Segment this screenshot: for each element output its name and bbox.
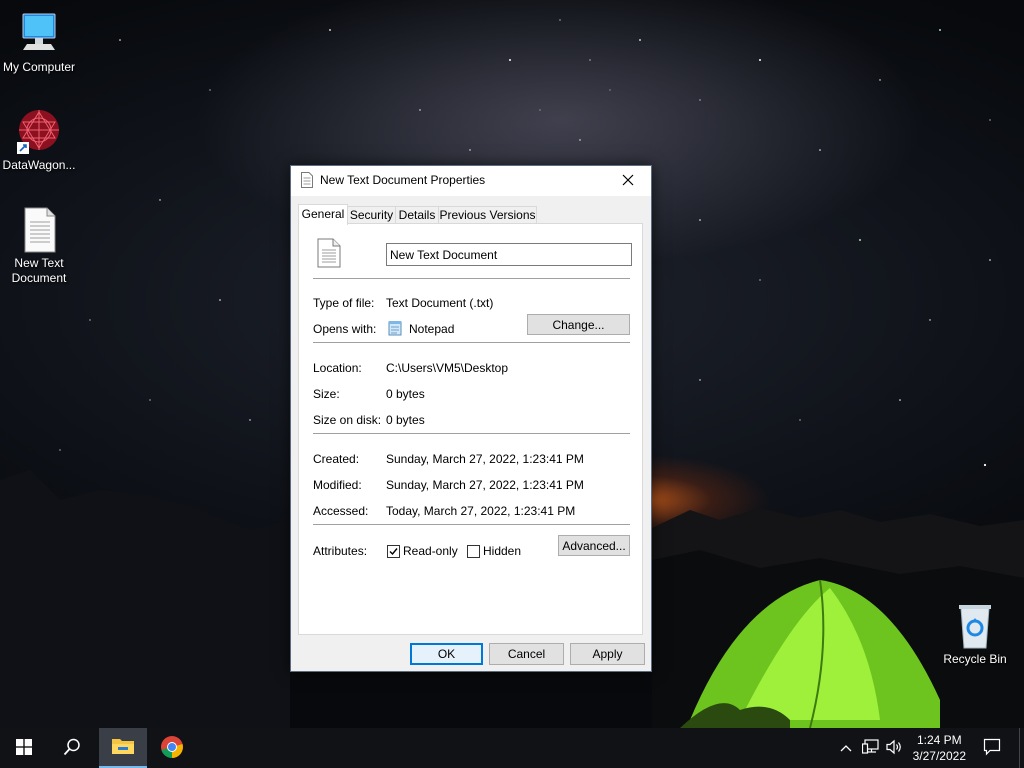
system-clock[interactable]: 1:24 PM 3/27/2022 <box>913 732 966 764</box>
folder-icon <box>111 736 135 759</box>
wallpaper-tent <box>680 579 940 730</box>
separator <box>313 433 630 434</box>
readonly-checkbox[interactable] <box>387 545 400 558</box>
created-label: Created: <box>313 452 360 466</box>
separator <box>313 524 630 525</box>
modified-label: Modified: <box>313 478 362 492</box>
dialog-title: New Text Document Properties <box>320 173 486 187</box>
accessed-label: Accessed: <box>313 504 369 518</box>
general-tab-panel: Type of file: Text Document (.txt) Opens… <box>298 223 643 635</box>
dialog-titlebar[interactable]: New Text Document Properties <box>291 166 651 196</box>
ok-button[interactable]: OK <box>410 643 483 665</box>
notepad-icon <box>387 320 403 339</box>
action-center-button[interactable] <box>976 728 1008 768</box>
change-button[interactable]: Change... <box>527 314 630 335</box>
desktop-icon-my-computer[interactable]: My Computer <box>0 10 78 75</box>
speaker-icon <box>886 739 904 758</box>
tab-security[interactable]: Security <box>347 206 396 224</box>
modified-value: Sunday, March 27, 2022, 1:23:41 PM <box>386 478 584 492</box>
desktop-icon-new-text-document[interactable]: New Text Document <box>0 206 78 286</box>
readonly-label[interactable]: Read-only <box>403 544 458 558</box>
opens-with-value: Notepad <box>409 322 455 336</box>
datawagon-shortcut-icon <box>15 108 63 156</box>
tab-details[interactable]: Details <box>395 206 439 224</box>
file-name-input[interactable] <box>386 243 632 266</box>
location-value: C:\Users\VM5\Desktop <box>386 361 509 375</box>
size-label: Size: <box>313 387 340 401</box>
checkmark-icon <box>389 548 398 556</box>
show-desktop-divider[interactable] <box>1019 728 1020 768</box>
advanced-button[interactable]: Advanced... <box>558 535 630 556</box>
separator <box>313 278 630 279</box>
search-button[interactable] <box>48 728 96 768</box>
desktop-icon-label: Recycle Bin <box>943 652 1007 666</box>
taskbar: 1:24 PM 3/27/2022 <box>0 728 1024 768</box>
attributes-label: Attributes: <box>313 544 368 558</box>
desktop-icon-datawagon[interactable]: DataWagon... <box>0 108 78 173</box>
properties-dialog: New Text Document Properties General Sec… <box>290 165 652 672</box>
hidden-label[interactable]: Hidden <box>483 544 521 558</box>
text-file-icon <box>301 172 313 188</box>
clock-date: 3/27/2022 <box>912 749 966 763</box>
start-button[interactable] <box>0 728 48 768</box>
volume-tray-button[interactable] <box>884 728 906 768</box>
type-of-file-value: Text Document (.txt) <box>386 296 494 310</box>
separator <box>313 342 630 343</box>
cancel-button[interactable]: Cancel <box>489 643 564 665</box>
desktop-icon-label: DataWagon... <box>2 158 76 172</box>
desktop-icon-label-line1: New Text <box>14 256 64 270</box>
tab-previous-versions[interactable]: Previous Versions <box>438 206 537 224</box>
close-icon <box>622 174 634 189</box>
tab-general[interactable]: General <box>298 204 348 225</box>
chevron-up-icon <box>840 741 852 755</box>
computer-icon <box>15 10 63 58</box>
file-explorer-taskbar-button[interactable] <box>99 728 147 768</box>
notification-icon <box>983 738 1001 759</box>
size-on-disk-value: 0 bytes <box>386 413 425 427</box>
apply-button[interactable]: Apply <box>570 643 645 665</box>
text-file-icon <box>15 206 63 254</box>
show-hidden-icons-button[interactable] <box>836 728 856 768</box>
location-label: Location: <box>313 361 362 375</box>
created-value: Sunday, March 27, 2022, 1:23:41 PM <box>386 452 584 466</box>
clock-time: 1:24 PM <box>916 733 962 747</box>
windows-logo-icon <box>16 738 32 758</box>
search-icon <box>63 738 81 759</box>
accessed-value: Today, March 27, 2022, 1:23:41 PM <box>386 504 576 518</box>
size-value: 0 bytes <box>386 387 425 401</box>
close-button[interactable] <box>605 166 651 196</box>
desktop-icon-recycle-bin[interactable]: Recycle Bin <box>936 602 1014 667</box>
type-of-file-label: Type of file: <box>313 296 375 310</box>
chrome-icon <box>160 735 184 762</box>
opens-with-label: Opens with: <box>313 322 377 336</box>
size-on-disk-label: Size on disk: <box>313 413 382 427</box>
chrome-taskbar-button[interactable] <box>148 728 196 768</box>
hidden-checkbox[interactable] <box>467 545 480 558</box>
network-tray-button[interactable] <box>860 728 882 768</box>
recycle-bin-icon <box>951 602 999 650</box>
desktop-icon-label-line2: Document <box>11 271 67 285</box>
file-type-icon <box>317 238 341 271</box>
network-icon <box>861 738 880 758</box>
desktop-icon-label: My Computer <box>2 60 76 74</box>
